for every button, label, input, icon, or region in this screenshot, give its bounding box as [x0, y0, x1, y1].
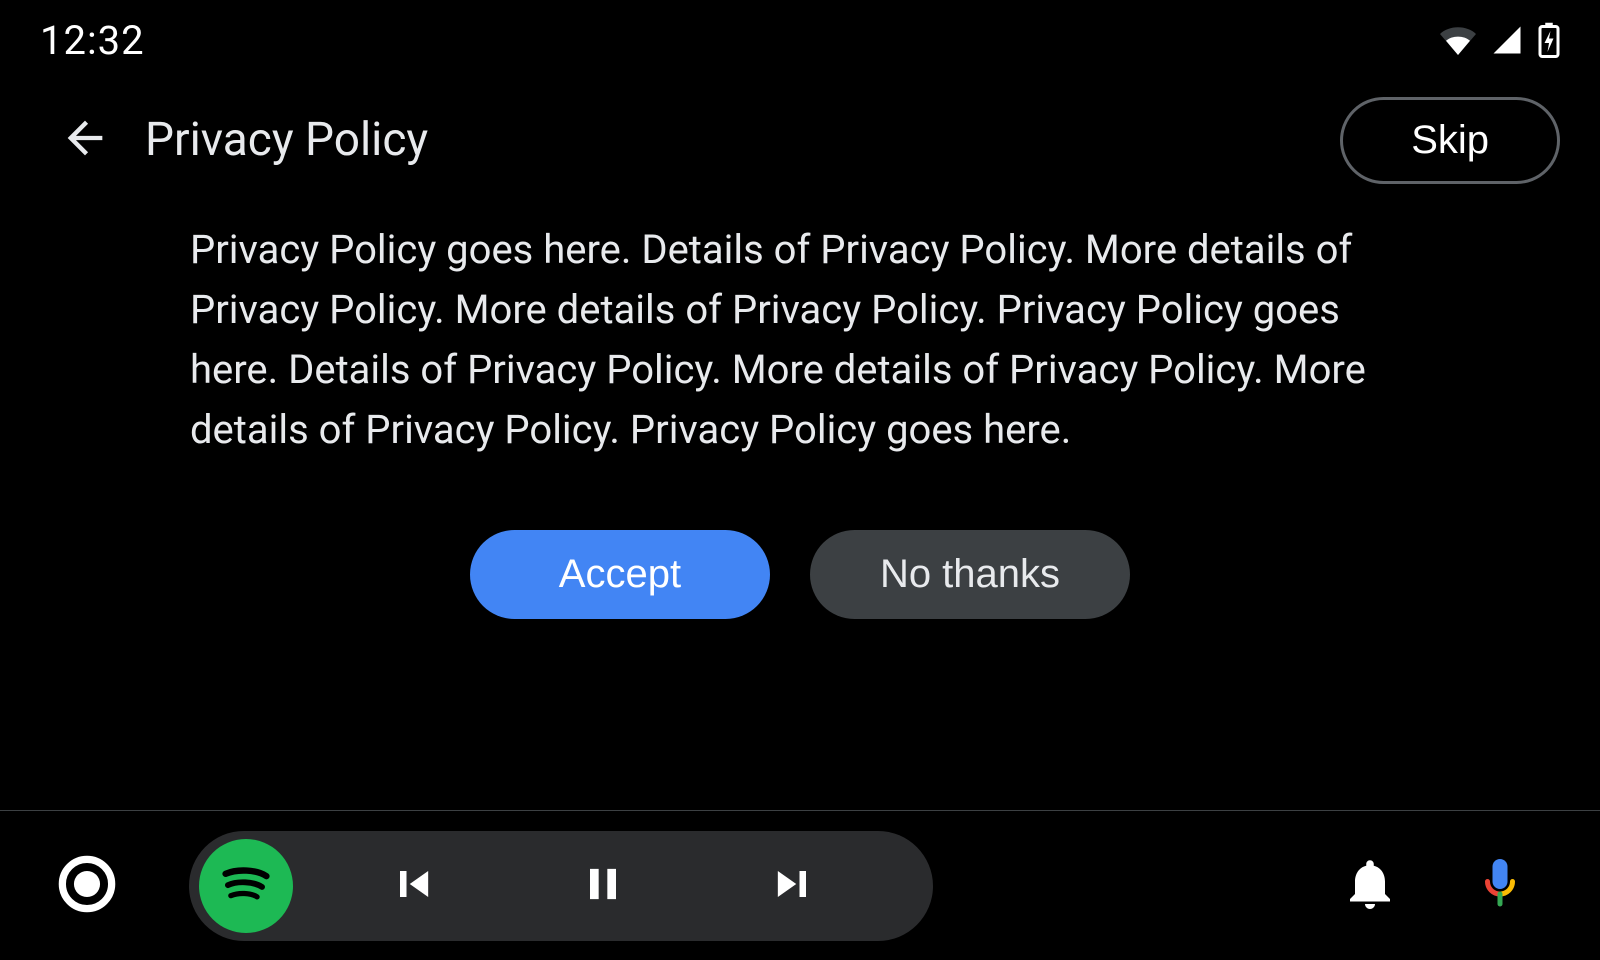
- arrow-left-icon: [59, 112, 111, 168]
- skip-next-icon: [767, 858, 819, 914]
- play-pause-button[interactable]: [513, 836, 693, 936]
- bottom-bar: [0, 810, 1600, 960]
- page-title: Privacy Policy: [145, 113, 1340, 167]
- bell-icon: [1340, 854, 1400, 918]
- cellular-icon: [1490, 25, 1524, 55]
- media-control-pill: [189, 831, 933, 941]
- back-button[interactable]: [55, 110, 115, 170]
- spotify-app-button[interactable]: [199, 839, 293, 933]
- status-icons: [1440, 22, 1560, 58]
- no-thanks-button[interactable]: No thanks: [810, 530, 1130, 619]
- wifi-icon: [1440, 25, 1476, 55]
- previous-track-button[interactable]: [323, 836, 503, 936]
- status-time: 12:32: [40, 17, 145, 64]
- voice-assistant-button[interactable]: [1455, 841, 1545, 931]
- battery-icon: [1538, 22, 1560, 58]
- pause-icon: [577, 858, 629, 914]
- skip-button[interactable]: Skip: [1340, 97, 1560, 184]
- status-bar: 12:32: [0, 0, 1600, 70]
- accept-button[interactable]: Accept: [470, 530, 770, 619]
- microphone-icon: [1470, 854, 1530, 918]
- launcher-icon: [58, 855, 116, 917]
- notifications-button[interactable]: [1325, 841, 1415, 931]
- spotify-icon: [211, 849, 281, 923]
- next-track-button[interactable]: [703, 836, 883, 936]
- policy-text: Privacy Policy goes here. Details of Pri…: [0, 190, 1600, 460]
- action-row: Accept No thanks: [0, 530, 1600, 619]
- launcher-button[interactable]: [55, 854, 119, 918]
- header-row: Privacy Policy Skip: [0, 70, 1600, 190]
- skip-previous-icon: [387, 858, 439, 914]
